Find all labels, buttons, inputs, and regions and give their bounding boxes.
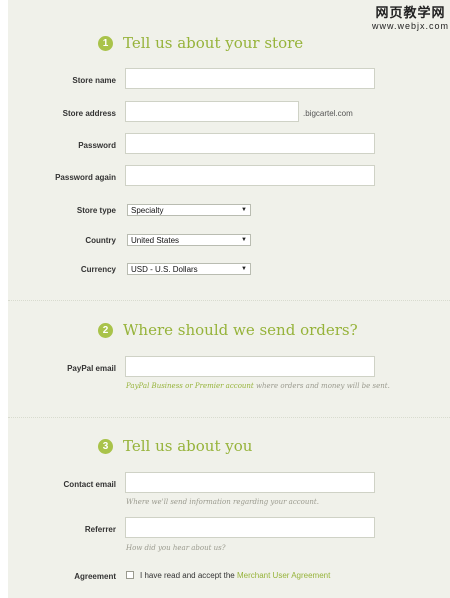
paypal-help-text: PayPal Business or Premier account where… (126, 382, 390, 390)
store-type-label: Store type (76, 206, 116, 215)
chevron-down-icon: ▼ (241, 237, 247, 243)
agreement-text: I have read and accept the Merchant User… (140, 571, 330, 580)
paypal-email-label: PayPal email (67, 364, 116, 373)
step-1-badge: 1 (98, 35, 113, 51)
signup-form-page: 网页教学网 www.webjx.com 1 Tell us about your… (8, 0, 450, 598)
contact-help-text: Where we'll send information regarding y… (126, 498, 319, 506)
store-type-value: Specialty (131, 205, 164, 215)
agreement-text-main: I have read and accept the (140, 571, 237, 580)
password-label: Password (78, 141, 116, 150)
section-divider (8, 300, 450, 301)
agreement-checkbox[interactable] (126, 571, 134, 579)
section-3-header: 3 Tell us about you (98, 437, 252, 455)
chevron-down-icon: ▼ (241, 207, 247, 213)
section-divider (8, 417, 450, 418)
referrer-help-text: How did you hear about us? (126, 544, 226, 552)
store-name-input[interactable] (125, 68, 375, 89)
password-again-label: Password again (55, 173, 116, 182)
referrer-input[interactable] (125, 517, 375, 538)
store-address-label: Store address (62, 109, 116, 118)
country-value: United States (131, 235, 180, 245)
section-2-title: Where should we send orders? (123, 321, 358, 339)
paypal-help-rest: where orders and money will be sent. (253, 382, 390, 390)
store-address-input[interactable] (125, 101, 299, 122)
currency-select[interactable]: USD - U.S. Dollars ▼ (127, 263, 251, 275)
section-1-title: Tell us about your store (123, 34, 304, 52)
step-3-badge: 3 (98, 438, 113, 454)
merchant-agreement-link[interactable]: Merchant User Agreement (237, 571, 330, 580)
watermark-title: 网页教学网 (375, 5, 446, 20)
store-address-suffix: .bigcartel.com (303, 109, 353, 118)
watermark-logo: 网页教学网 www.webjx.com (372, 5, 450, 31)
watermark-url: www.webjx.com (372, 20, 450, 31)
country-select[interactable]: United States ▼ (127, 234, 251, 246)
chevron-down-icon: ▼ (241, 266, 247, 272)
section-1-header: 1 Tell us about your store (98, 34, 303, 52)
password-input[interactable] (125, 133, 375, 154)
paypal-account-link[interactable]: PayPal Business or Premier account (126, 382, 254, 390)
step-2-badge: 2 (98, 322, 113, 338)
contact-email-label: Contact email (63, 480, 116, 489)
paypal-email-input[interactable] (125, 356, 375, 377)
section-2-header: 2 Where should we send orders? (98, 321, 358, 339)
agreement-label: Agreement (74, 572, 116, 581)
currency-value: USD - U.S. Dollars (131, 264, 198, 274)
password-again-input[interactable] (125, 165, 375, 186)
contact-email-input[interactable] (125, 472, 375, 493)
store-type-select[interactable]: Specialty ▼ (127, 204, 251, 216)
currency-label: Currency (80, 265, 116, 274)
store-name-label: Store name (72, 76, 116, 85)
section-3-title: Tell us about you (123, 437, 253, 455)
referrer-label: Referrer (84, 525, 116, 534)
country-label: Country (85, 236, 116, 245)
